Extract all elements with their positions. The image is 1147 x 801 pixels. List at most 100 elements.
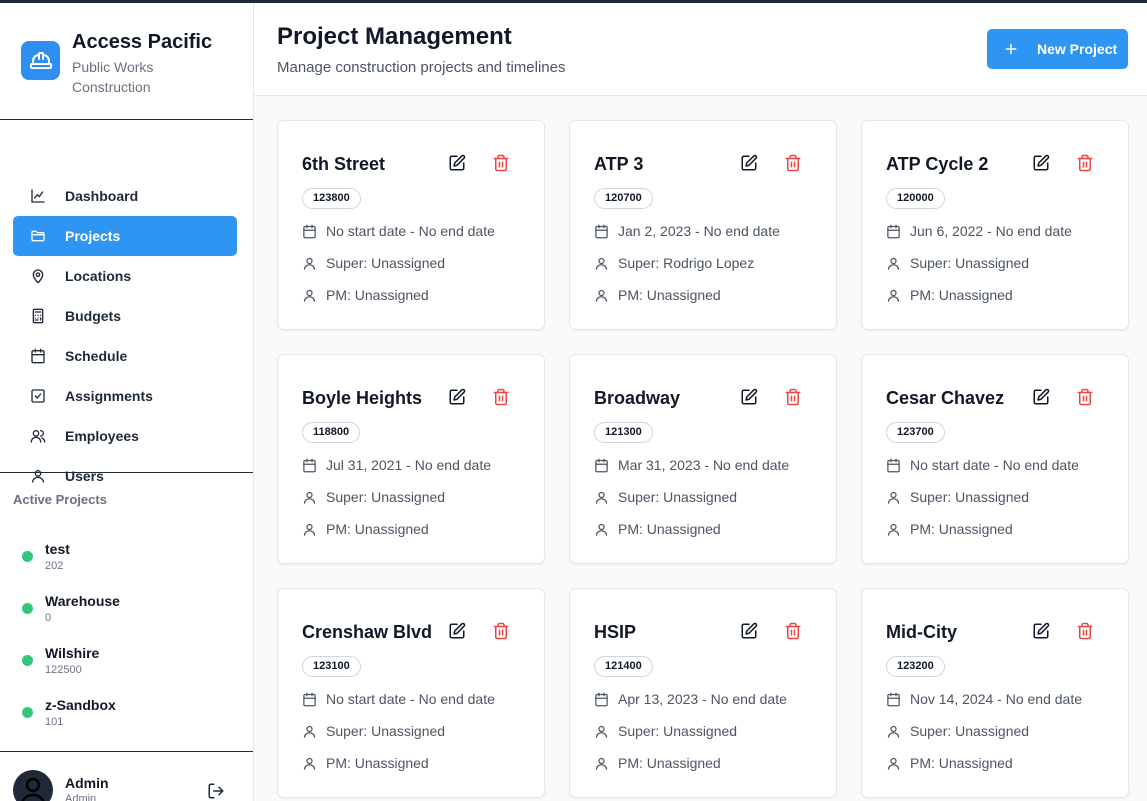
project-dates: No start date - No end date — [302, 690, 495, 708]
project-card[interactable]: ATP Cycle 2 120000 Jun 6, 2022 - No end da… — [861, 120, 1129, 330]
new-project-button[interactable]: New Project — [987, 29, 1128, 69]
project-super-text: Super: Unassigned — [910, 255, 1030, 271]
sidebar-item-projects[interactable]: Projects — [13, 216, 237, 256]
edit-icon[interactable] — [448, 154, 466, 172]
sidebar-item-dashboard[interactable]: Dashboard — [13, 176, 237, 216]
project-name: Boyle Heights — [302, 388, 423, 408]
project-dates: Jan 2, 2023 - No end date — [594, 222, 780, 240]
sidebar-item-assignments[interactable]: Assignments — [13, 376, 237, 416]
trash-icon[interactable] — [492, 388, 510, 406]
user-icon — [594, 724, 609, 739]
project-card[interactable]: Broadway 121300 Mar 31, 2023 - No end date… — [569, 354, 837, 564]
project-super-text: Super: Unassigned — [618, 723, 738, 739]
trash-icon[interactable] — [492, 622, 510, 640]
edit-icon[interactable] — [740, 622, 758, 640]
project-card[interactable]: Boyle Heights 118800 Jul 31, 2021 - No end… — [277, 354, 545, 564]
project-card[interactable]: HSIP 121400 Apr 13, 2023 - No end date Supe… — [569, 588, 837, 798]
brand-subtitle: Public Works Construction — [72, 59, 154, 95]
user-area: Admin Admin — [0, 755, 253, 801]
logout-icon[interactable] — [207, 782, 225, 800]
project-pm: PM: Unassigned — [302, 754, 429, 772]
sidebar-nav: Dashboard Projects Locations Budgets Schedul… — [13, 176, 237, 496]
user-icon — [886, 256, 901, 271]
sidebar-item-label: Locations — [65, 268, 132, 284]
trash-icon[interactable] — [492, 154, 510, 172]
active-project-number: 0 — [45, 612, 52, 624]
user-icon — [594, 490, 609, 505]
active-project-number: 101 — [45, 716, 64, 728]
user-icon — [594, 756, 609, 771]
sidebar-item-budgets[interactable]: Budgets — [13, 296, 237, 336]
project-super-text: Super: Unassigned — [326, 723, 446, 739]
user-icon — [302, 490, 317, 505]
project-super: Super: Unassigned — [594, 722, 737, 740]
map-pin-icon — [30, 268, 46, 284]
active-project-item[interactable]: Wilshire 122500 — [22, 640, 242, 692]
project-dates-text: Jun 6, 2022 - No end date — [910, 223, 1072, 239]
project-number-badge: 120000 — [886, 188, 945, 209]
chart-line-icon — [30, 188, 46, 204]
project-card[interactable]: Cesar Chavez 123700 No start date - No end… — [861, 354, 1129, 564]
project-pm: PM: Unassigned — [886, 754, 1013, 772]
active-project-name: z-Sandbox — [45, 697, 116, 713]
user-icon — [594, 288, 609, 303]
page-header: Project Management Manage construction p… — [254, 3, 1147, 96]
page-subtitle: Manage construction projects and timelin… — [277, 59, 566, 76]
trash-icon[interactable] — [1076, 622, 1094, 640]
edit-icon[interactable] — [448, 622, 466, 640]
sidebar-item-label: Schedule — [65, 348, 128, 364]
active-project-item[interactable]: Warehouse 0 — [22, 588, 242, 640]
trash-icon[interactable] — [784, 388, 802, 406]
sidebar-item-locations[interactable]: Locations — [13, 256, 237, 296]
active-project-name: test — [45, 541, 70, 557]
project-card[interactable]: ATP 3 120700 Jan 2, 2023 - No end date Supe… — [569, 120, 837, 330]
sidebar-item-label: Assignments — [65, 388, 153, 404]
edit-icon[interactable] — [1032, 622, 1050, 640]
calendar-icon — [30, 348, 46, 364]
edit-icon[interactable] — [1032, 154, 1050, 172]
project-dates: Apr 13, 2023 - No end date — [594, 690, 787, 708]
user-icon — [886, 724, 901, 739]
trash-icon[interactable] — [784, 154, 802, 172]
project-pm: PM: Unassigned — [594, 754, 721, 772]
project-card[interactable]: 6th Street 123800 No start date - No end d… — [277, 120, 545, 330]
edit-icon[interactable] — [448, 388, 466, 406]
user-icon — [886, 522, 901, 537]
calendar-icon — [302, 692, 317, 707]
sidebar-item-users[interactable]: Users — [13, 456, 237, 496]
project-pm: PM: Unassigned — [886, 520, 1013, 538]
status-dot — [22, 551, 33, 562]
calendar-icon — [302, 224, 317, 239]
status-dot — [22, 707, 33, 718]
project-dates-text: Mar 31, 2023 - No end date — [618, 457, 790, 473]
active-projects-title: Active Projects — [13, 492, 107, 507]
user-icon — [302, 288, 317, 303]
sidebar-item-label: Employees — [65, 428, 139, 444]
project-card[interactable]: Crenshaw Blvd 123100 No start date - No en… — [277, 588, 545, 798]
project-super: Super: Unassigned — [302, 488, 445, 506]
active-project-item[interactable]: z-Sandbox 101 — [22, 692, 242, 744]
trash-icon[interactable] — [784, 622, 802, 640]
sidebar: Access Pacific Public Works Construction… — [0, 3, 254, 801]
sidebar-item-schedule[interactable]: Schedule — [13, 336, 237, 376]
trash-icon[interactable] — [1076, 154, 1094, 172]
user-icon — [594, 522, 609, 537]
project-number-badge: 123100 — [302, 656, 361, 677]
trash-icon[interactable] — [1076, 388, 1094, 406]
project-super-text: Super: Rodrigo Lopez — [618, 255, 755, 271]
edit-icon[interactable] — [740, 388, 758, 406]
sidebar-item-employees[interactable]: Employees — [13, 416, 237, 456]
edit-icon[interactable] — [1032, 388, 1050, 406]
project-card[interactable]: Mid-City 123200 Nov 14, 2024 - No end date… — [861, 588, 1129, 798]
project-pm-text: PM: Unassigned — [618, 755, 721, 771]
project-dates: No start date - No end date — [886, 456, 1079, 474]
project-pm-text: PM: Unassigned — [910, 521, 1013, 537]
hard-hat-icon — [21, 41, 60, 80]
active-project-item[interactable]: test 202 — [22, 536, 242, 588]
project-dates-text: Jul 31, 2021 - No end date — [326, 457, 492, 473]
project-number-badge: 123800 — [302, 188, 361, 209]
avatar[interactable] — [13, 770, 53, 801]
edit-icon[interactable] — [740, 154, 758, 172]
project-name: Crenshaw Blvd — [302, 622, 433, 642]
active-project-name: Warehouse — [45, 593, 120, 609]
